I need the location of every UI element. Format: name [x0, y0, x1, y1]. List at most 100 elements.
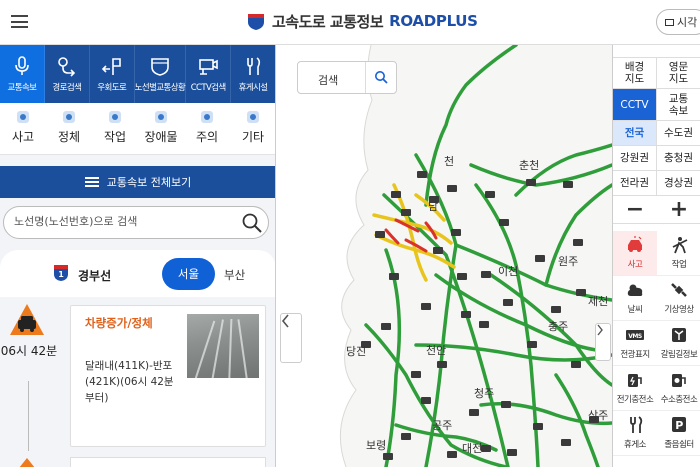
layer-work-button[interactable]: 작업 — [657, 231, 700, 276]
cctv-marker[interactable] — [411, 371, 421, 378]
cctv-marker[interactable] — [526, 179, 536, 186]
cctv-marker[interactable] — [535, 255, 545, 262]
layer-junction-button[interactable]: 갈림길정보 — [657, 321, 700, 366]
layer-hydrogen-charger-button[interactable]: 수소충전소 — [657, 366, 700, 411]
menu-rest-area[interactable]: 휴게시설 — [231, 45, 275, 103]
cctv-marker[interactable] — [457, 273, 467, 280]
category-accident[interactable]: 사고 — [0, 103, 46, 154]
collapse-right-panel-button[interactable] — [595, 323, 611, 361]
cctv-mode-button[interactable]: CCTV — [613, 89, 657, 121]
detour-icon — [101, 58, 121, 75]
menu-cctv-search[interactable]: CCTV검색 — [186, 45, 232, 103]
layer-accident-button[interactable]: 사고 — [613, 231, 657, 276]
collapse-left-panel-button[interactable] — [280, 313, 302, 363]
cctv-marker[interactable] — [389, 273, 399, 280]
congestion-icon — [63, 111, 75, 123]
cctv-marker[interactable] — [421, 397, 431, 404]
category-caution[interactable]: 주의 — [184, 103, 230, 154]
cctv-marker[interactable] — [485, 191, 495, 198]
cctv-marker[interactable] — [499, 219, 509, 226]
menu-label: CCTV검색 — [190, 83, 227, 93]
layer-ev-charger-button[interactable]: 전기충전소 — [613, 366, 657, 411]
region-jeolla-button[interactable]: 전라권 — [613, 171, 657, 196]
layer-drowsy-shelter-button[interactable]: P 졸음쉼터 — [657, 411, 700, 456]
cctv-marker[interactable] — [576, 289, 586, 296]
cctv-marker[interactable] — [447, 451, 457, 458]
zoom-out-button[interactable]: − — [613, 196, 657, 224]
category-other[interactable]: 기타 — [230, 103, 275, 154]
direction-busan-button[interactable]: 부산 — [224, 267, 245, 283]
incident-card[interactable]: 차량증가/정체 달래내(411K)-반포(421K)(06시 42분부터) — [70, 305, 266, 447]
cctv-marker[interactable] — [391, 191, 401, 198]
cctv-marker[interactable] — [401, 433, 411, 440]
category-congestion[interactable]: 정체 — [46, 103, 92, 154]
parking-badge: P — [675, 419, 683, 432]
map-label-cheongju: 청주 — [474, 387, 495, 400]
cctv-marker[interactable] — [421, 303, 431, 310]
category-label: 주의 — [195, 130, 219, 144]
menu-detour[interactable]: 우회도로 — [90, 45, 135, 103]
layer-label: 작업 — [671, 260, 687, 270]
cctv-marker[interactable] — [417, 171, 427, 178]
category-work[interactable]: 작업 — [92, 103, 138, 154]
cctv-marker[interactable] — [503, 299, 513, 306]
cctv-marker[interactable] — [573, 239, 583, 246]
region-capital-button[interactable]: 수도권 — [657, 121, 700, 146]
english-map-button[interactable]: 영문지도 — [657, 57, 700, 89]
region-gangwon-button[interactable]: 강원권 — [613, 146, 657, 171]
cctv-marker[interactable] — [481, 271, 491, 278]
cctv-thumbnail[interactable] — [187, 314, 259, 378]
cctv-marker[interactable] — [561, 439, 571, 446]
cctv-marker[interactable] — [451, 229, 461, 236]
cctv-marker[interactable] — [447, 185, 457, 192]
all-traffic-news-button[interactable]: 교통속보 전체보기 — [0, 166, 275, 198]
layer-weather-image-button[interactable]: 기상영상 — [657, 276, 700, 321]
map-label-daejeon: 대전 — [462, 442, 483, 455]
cctv-marker[interactable] — [501, 401, 511, 408]
layer-rest-stop-button[interactable]: 휴게소 — [613, 411, 657, 456]
cctv-marker[interactable] — [381, 323, 391, 330]
search-icon[interactable] — [374, 70, 388, 84]
timeline-line — [28, 381, 29, 451]
hamburger-menu-icon[interactable] — [11, 15, 28, 28]
view-mode-button[interactable]: 시각 — [656, 9, 700, 35]
work-icon — [109, 111, 121, 123]
cctv-marker[interactable] — [469, 409, 479, 416]
category-obstacle[interactable]: 장애물 — [138, 103, 184, 154]
menu-route-status[interactable]: 노선별교통상황 — [135, 45, 187, 103]
cctv-marker[interactable] — [481, 445, 491, 452]
cctv-marker[interactable] — [433, 247, 443, 254]
route-search-input[interactable] — [14, 215, 234, 228]
cctv-marker[interactable] — [383, 453, 393, 460]
cctv-marker[interactable] — [571, 361, 581, 368]
menu-route-search[interactable]: 경로검색 — [45, 45, 90, 103]
cctv-marker[interactable] — [401, 209, 411, 216]
layer-weather-button[interactable]: 날씨 — [613, 276, 657, 321]
traffic-news-mode-button[interactable]: 교통속보 — [657, 89, 700, 121]
cctv-marker[interactable] — [479, 321, 489, 328]
cctv-marker[interactable] — [527, 341, 537, 348]
region-gyeongsang-button[interactable]: 경상권 — [657, 171, 700, 196]
cctv-marker[interactable] — [437, 361, 447, 368]
region-nationwide-button[interactable]: 전국 — [613, 121, 657, 146]
cctv-marker[interactable] — [563, 181, 573, 188]
traffic-map[interactable]: 춘천 천 남 이천 원주 제천 충주 당진 천안 청주 공주 대전 보령 상주 … — [276, 45, 612, 467]
map-search-box[interactable]: 검색 — [297, 61, 397, 94]
background-map-button[interactable]: 배경지도 — [613, 57, 657, 89]
direction-seoul-button[interactable]: 서울 — [162, 258, 215, 290]
app-logo[interactable]: 고속도로 교통정보 ROADPLUS — [246, 10, 478, 32]
right-panel: 배경지도 영문지도 CCTV 교통속보 전국 수도권 강원권 충청권 전라권 경… — [612, 45, 700, 467]
layer-label: 전기충전소 — [616, 395, 654, 405]
incident-card-next[interactable] — [70, 457, 266, 467]
menu-traffic-news[interactable]: 교통속보 — [0, 45, 45, 103]
search-icon[interactable] — [241, 212, 263, 234]
cctv-marker[interactable] — [461, 311, 471, 318]
cctv-marker[interactable] — [533, 423, 543, 430]
layer-vms-button[interactable]: VMS 전광표지 — [613, 321, 657, 366]
cctv-marker[interactable] — [507, 449, 517, 456]
layer-label: 수소충전소 — [660, 395, 698, 405]
region-chungcheong-button[interactable]: 충청권 — [657, 146, 700, 171]
cctv-marker[interactable] — [375, 231, 385, 238]
cctv-marker[interactable] — [551, 306, 561, 313]
zoom-in-button[interactable]: + — [657, 196, 700, 224]
